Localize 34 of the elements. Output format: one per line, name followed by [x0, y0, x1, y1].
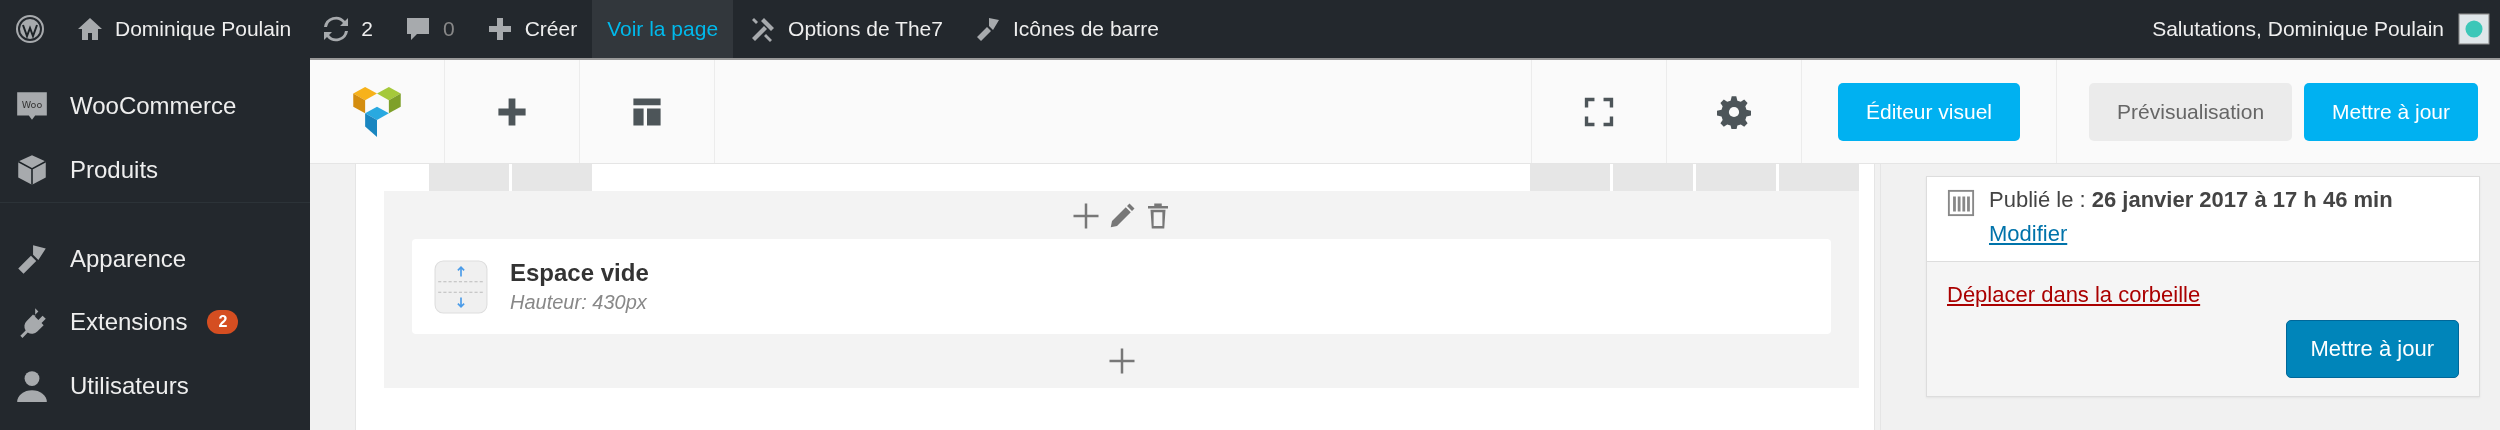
- sidebar-item[interactable]: Utilisateurs: [0, 354, 310, 418]
- admin-bar-link[interactable]: Options de The7: [733, 0, 958, 58]
- row-control-tab[interactable]: [1779, 164, 1859, 191]
- row-control-tab[interactable]: [1613, 164, 1693, 191]
- sidebar-item[interactable]: Extensions 2: [0, 290, 310, 354]
- comments-link[interactable]: 0: [387, 0, 470, 58]
- user-icon: [14, 368, 50, 404]
- settings-icon: [1716, 94, 1751, 129]
- admin-bar-link[interactable]: Icônes de barre: [958, 0, 1174, 58]
- calendar-icon: [1947, 189, 1975, 217]
- element-card[interactable]: Espace vide Hauteur: 430px: [412, 239, 1831, 334]
- sidebar-item[interactable]: Apparence: [0, 202, 310, 290]
- row-control-tab[interactable]: [512, 164, 592, 191]
- trash-link[interactable]: Déplacer dans la corbeille: [1947, 282, 2201, 307]
- element-title: Espace vide: [510, 259, 649, 287]
- publish-date-text: Publié le : 26 janvier 2017 à 17 h 46 min Modifier: [1989, 186, 2394, 248]
- element-subtitle: Hauteur: 430px: [510, 291, 648, 314]
- edit-link[interactable]: Modifier: [1989, 221, 2068, 246]
- new-menu[interactable]: Créer: [469, 0, 593, 58]
- update-button[interactable]: Mettre à jour: [2285, 320, 2459, 378]
- avatar-icon: [2458, 13, 2490, 45]
- sidebar-item[interactable]: Produits: [0, 138, 310, 202]
- account-menu[interactable]: Salutations, Dominique Poulain: [2137, 0, 2500, 58]
- updates-link[interactable]: 2: [306, 0, 388, 58]
- spacer-icon: [434, 259, 488, 314]
- admin-bar-link[interactable]: Dominique Poulain: [60, 0, 307, 58]
- row-control-tab[interactable]: [429, 164, 509, 191]
- row-control-tab[interactable]: [1530, 164, 1610, 191]
- admin-bar-link[interactable]: Voir la page: [592, 0, 734, 58]
- row-control-tab[interactable]: [1696, 164, 1776, 191]
- wordpress-logo-icon: [15, 14, 45, 44]
- count-badge: 2: [207, 310, 239, 334]
- preview-button[interactable]: Prévisualisation: [2089, 82, 2293, 141]
- sidebar-item[interactable]: Woo WooCommerce: [0, 74, 310, 138]
